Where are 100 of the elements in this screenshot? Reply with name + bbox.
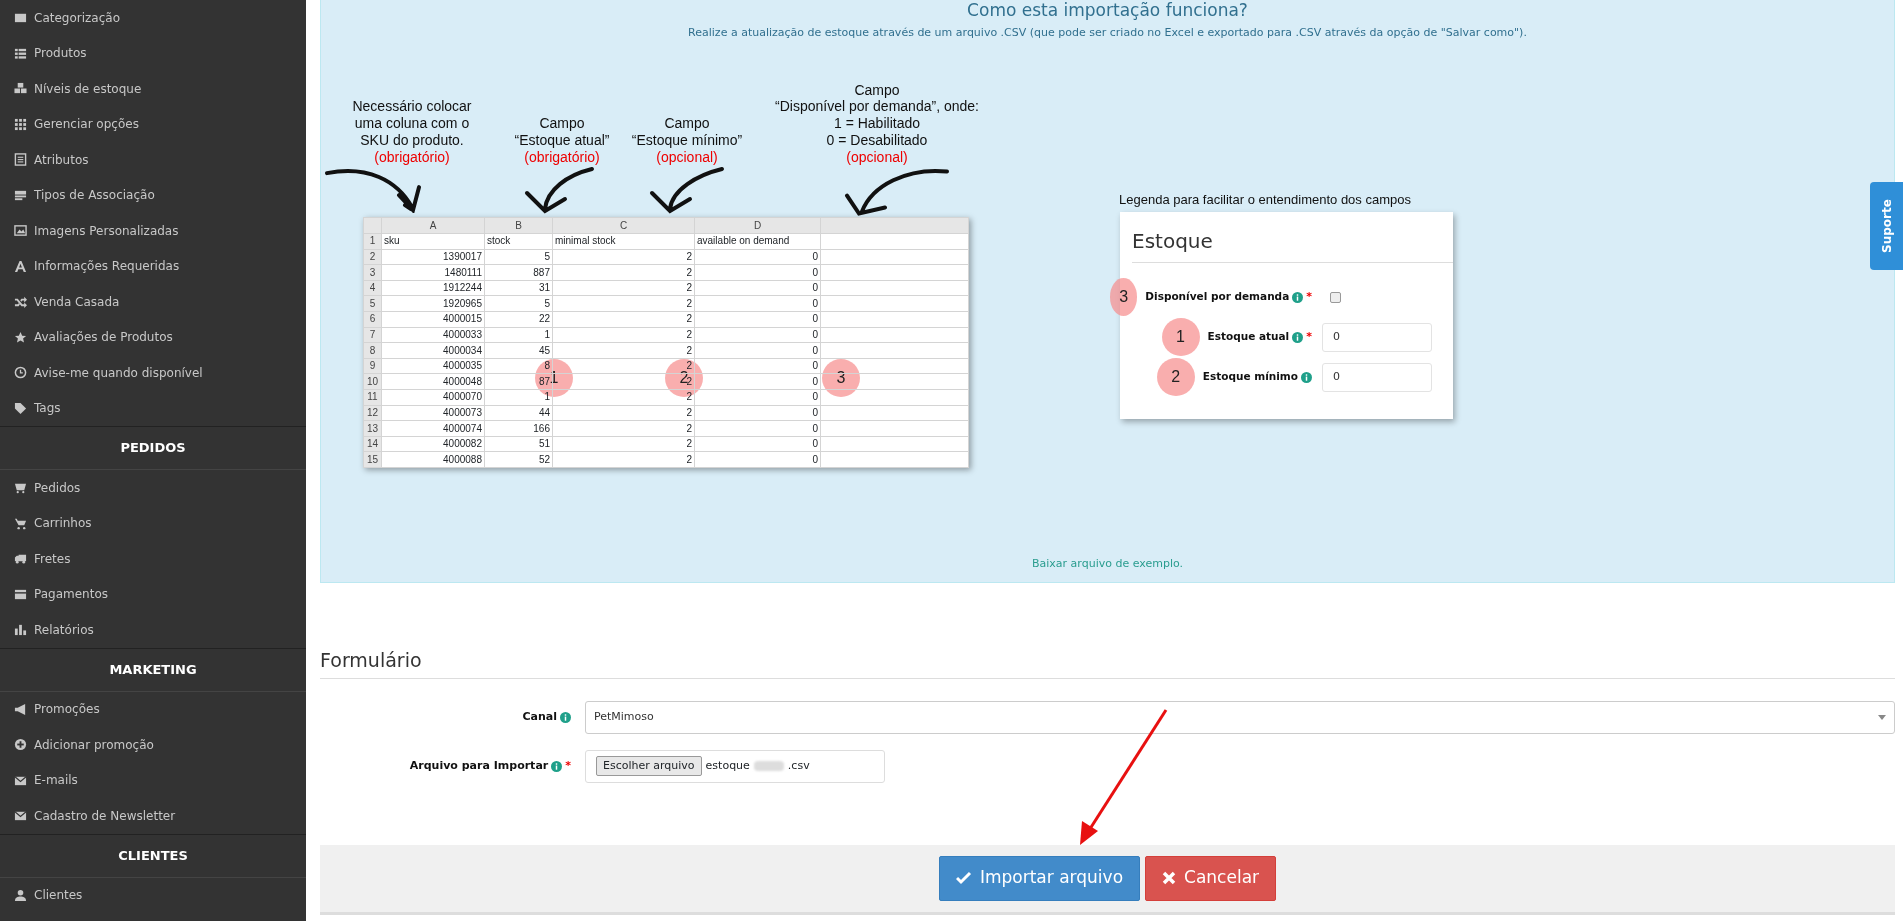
table-cell: 0 [694, 280, 821, 296]
sidebar-item[interactable]: Pedidos [0, 470, 306, 506]
sidebar-item[interactable]: Informações Requeridas [0, 248, 306, 284]
check-icon [955, 871, 972, 885]
field-label: Disponível por demanda [1145, 289, 1290, 305]
document-icon [14, 153, 27, 167]
sidebar-item[interactable]: Tags [0, 390, 306, 426]
letter-icon [14, 259, 27, 273]
table-cell: 4000073 [381, 405, 485, 421]
cart-icon [14, 516, 27, 530]
panel-title: Como esta importação funciona? [966, 0, 1249, 19]
table-cell: 2 [552, 311, 695, 328]
table-cell: 4000015 [381, 311, 485, 328]
annotation-text: Campo “Estoque atual” [513, 115, 611, 149]
number-marker: 2 [1156, 358, 1195, 397]
table-cell: 0 [694, 342, 821, 359]
table-cell: 52 [484, 451, 553, 468]
sidebar-item[interactable]: Cadastro de Newsletter [0, 798, 306, 834]
table-cell: 0 [694, 295, 821, 312]
column-header: C [552, 218, 695, 234]
grid-icon [14, 117, 27, 131]
table-cell: 166 [484, 420, 553, 437]
sidebar-item[interactable]: Gerenciar opções [0, 106, 306, 142]
input-field[interactable]: 0 [1322, 362, 1432, 392]
sidebar-item[interactable]: Avaliações de Produtos [0, 319, 306, 355]
field-label: Canal [522, 708, 557, 725]
sidebar-item[interactable]: Promoções [0, 691, 306, 727]
annotation-note: (opcional) [846, 148, 908, 166]
input-field[interactable]: 0 [1322, 322, 1432, 352]
annotation-text: Necessário colocar uma coluna com o SKU do produto. [351, 98, 473, 149]
plus-circle-icon [14, 738, 27, 752]
table-cell: 2 [552, 280, 695, 296]
table-cell: 4000048 [381, 373, 485, 390]
annotation-note: (obrigatório) [374, 148, 450, 166]
table-cell: 4000088 [381, 451, 485, 468]
sidebar-item[interactable]: Fretes [0, 541, 306, 577]
table-cell: 31 [484, 280, 553, 296]
table-cell: 51 [484, 436, 553, 452]
megaphone-icon [14, 702, 27, 716]
table-cell: 2 [552, 436, 695, 452]
envelope-icon [14, 773, 27, 787]
table-cell: 0 [694, 389, 821, 406]
panel-description: Realize a atualização de estoque através de um arquivo .CSV (que pode ser criado no Excel e exportado para .CSV através da opção de "Salvar como"). [687, 25, 1528, 41]
file-input[interactable]: Escolher arquivo estoque .csv [585, 749, 885, 783]
import-button[interactable]: Importar arquivo [938, 855, 1141, 901]
choose-file-button[interactable]: Escolher arquivo [596, 755, 702, 777]
checkbox[interactable] [1330, 291, 1341, 303]
table-cell: 22 [484, 311, 553, 328]
sidebar-item[interactable]: Tipos de Associação [0, 177, 306, 213]
sidebar-item[interactable]: Venda Casada [0, 284, 306, 320]
sidebar-item[interactable]: Imagens Personalizadas [0, 213, 306, 249]
sidebar-item[interactable]: E-mails [0, 762, 306, 798]
sidebar-item[interactable]: Relatórios [0, 612, 306, 648]
sidebar-item[interactable]: Adicionar promoção [0, 727, 306, 763]
table-cell: 0 [694, 311, 821, 328]
annotation-note: (opcional) [656, 148, 718, 166]
field-label: Estoque atual [1207, 329, 1290, 345]
sidebar-item[interactable]: Avise-me quando disponível [0, 355, 306, 391]
sidebar-item[interactable]: Categorização [0, 0, 306, 36]
sidebar-item[interactable]: Níveis de estoque [0, 71, 306, 107]
info-icon [1292, 291, 1304, 303]
required-mark: * [1306, 288, 1312, 305]
table-cell: 2 [552, 342, 695, 359]
table-cell: 4000074 [381, 420, 485, 437]
sidebar-item[interactable]: Clientes [0, 877, 306, 913]
info-icon [551, 760, 563, 772]
info-icon [1301, 371, 1312, 383]
cubes-icon [14, 82, 27, 96]
image-icon [14, 224, 27, 238]
table-cell: 0 [694, 249, 821, 265]
sidebar-item[interactable]: Atributos [0, 142, 306, 178]
blurred-text [753, 761, 784, 771]
table-cell: 0 [694, 451, 821, 468]
select-field[interactable]: PetMimoso [585, 700, 1895, 734]
required-mark: * [565, 757, 571, 774]
table-cell: 2 [552, 249, 695, 265]
credit-card-icon [14, 587, 27, 601]
section-heading: PEDIDOS [120, 439, 186, 458]
cancel-button[interactable]: Cancelar [1145, 855, 1277, 901]
table-cell: 4000033 [381, 327, 485, 343]
list-icon [14, 46, 27, 60]
table-cell: 1 [484, 327, 553, 343]
table-cell: 4000034 [381, 342, 485, 359]
section-title: Formulário [320, 646, 1895, 679]
table-cell: 887 [484, 264, 553, 281]
sidebar-item[interactable]: Pagamentos [0, 576, 306, 612]
column-header: A [381, 218, 485, 234]
info-icon [1292, 331, 1304, 343]
table-cell: 2 [552, 295, 695, 312]
close-icon [1162, 871, 1177, 885]
field-label: Estoque mínimo [1202, 369, 1298, 385]
table-cell: 0 [694, 264, 821, 281]
table-cell: 5 [484, 249, 553, 265]
field-label: Arquivo para Importar [409, 757, 549, 774]
table-cell: 2 [552, 327, 695, 343]
sidebar-item[interactable]: Produtos [0, 35, 306, 71]
required-mark: * [1306, 328, 1312, 345]
section-heading: MARKETING [109, 660, 197, 679]
select-value: PetMimoso [594, 708, 654, 725]
sidebar-item[interactable]: Carrinhos [0, 505, 306, 541]
